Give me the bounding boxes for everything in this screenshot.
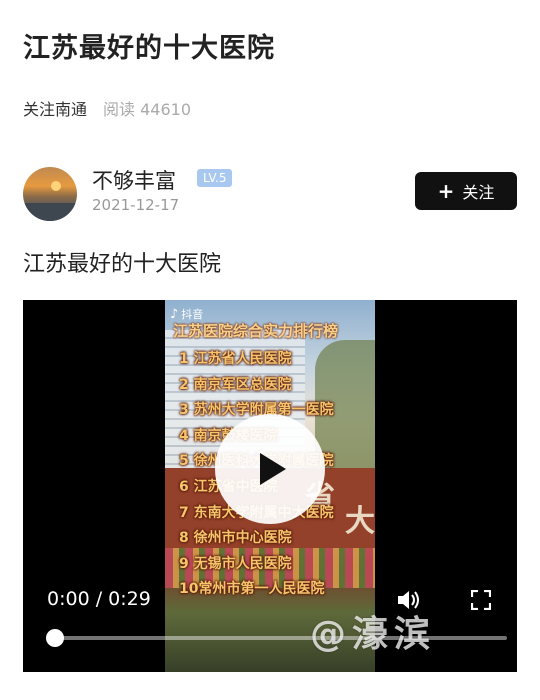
wall-character: 大: [345, 504, 375, 539]
play-icon: [260, 453, 286, 485]
author-watermark: @濠滨: [310, 614, 437, 655]
source-channel-link[interactable]: 关注南通: [23, 96, 87, 120]
read-count: 阅读 44610: [103, 100, 192, 119]
progress-handle[interactable]: [46, 629, 64, 647]
plus-icon: +: [437, 179, 455, 203]
article-title: 江苏最好的十大医院: [23, 33, 275, 64]
publish-date: 2021-12-17: [92, 196, 180, 214]
fullscreen-icon[interactable]: [471, 590, 491, 610]
ranking-item: 8 徐州市中心医院: [179, 530, 292, 547]
ranking-title: 江苏医院综合实力排行榜: [173, 322, 339, 340]
ranking-item: 10常州市第一人民医院: [179, 581, 325, 598]
avatar-sun: [51, 181, 61, 191]
progress-bar[interactable]: [46, 629, 507, 647]
author-name[interactable]: 不够丰富: [92, 165, 176, 195]
time-display: 0:00 / 0:29: [47, 588, 151, 610]
author-bar: 不够丰富 LV.5 2021-12-17 + 关注: [23, 165, 517, 221]
avatar[interactable]: [23, 167, 77, 221]
avatar-ground: [23, 203, 77, 221]
follow-label: 关注: [462, 183, 495, 202]
follow-button[interactable]: + 关注: [415, 172, 517, 210]
article-body-text: 江苏最好的十大医院: [23, 252, 222, 277]
ranking-item: 2 南京军区总医院: [179, 376, 292, 393]
article-meta: 关注南通 阅读 44610: [23, 96, 191, 120]
ranking-item: 1 江苏省人民医院: [179, 351, 292, 367]
video-player[interactable]: 省 大 ♪ 抖音 江苏医院综合实力排行榜 1 江苏省人民医院 2 南京军区总医院…: [23, 300, 517, 672]
level-badge: LV.5: [197, 169, 233, 187]
ranking-item: 9 无锡市人民医院: [179, 555, 292, 572]
play-button[interactable]: [215, 414, 325, 524]
